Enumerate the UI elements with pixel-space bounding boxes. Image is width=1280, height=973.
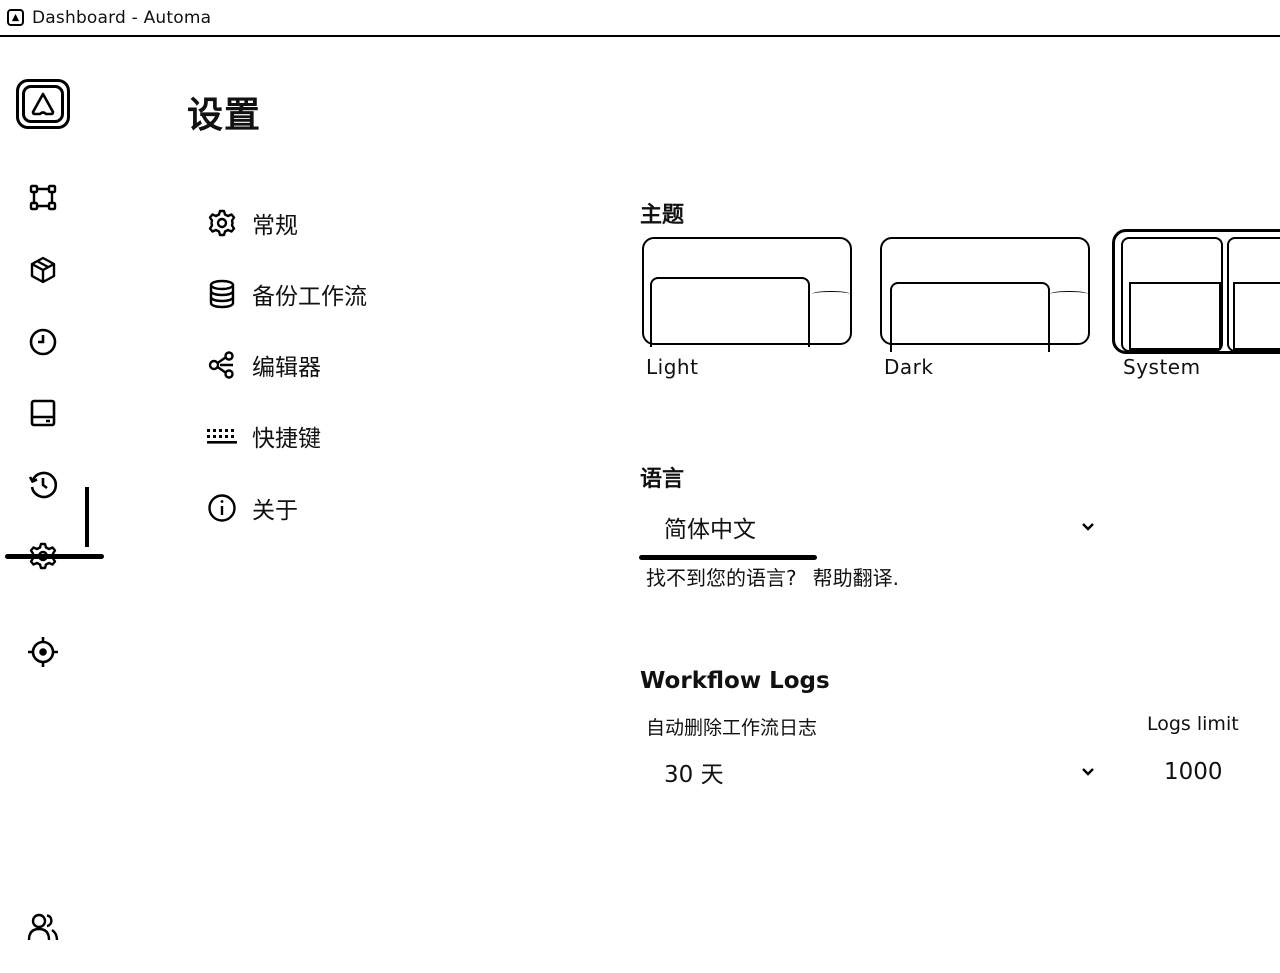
automa-app-icon (7, 9, 24, 26)
sidebar-item-team[interactable] (26, 910, 60, 944)
sidebar-item-storage[interactable] (26, 396, 60, 430)
language-select-underline (639, 555, 817, 560)
window-title: Dashboard - Automa (32, 7, 212, 28)
theme-option-dark[interactable] (880, 237, 1090, 352)
language-select[interactable]: 简体中文 (664, 508, 1096, 546)
settings-menu-editor[interactable]: 编辑器 (205, 345, 321, 385)
history-icon (28, 471, 58, 499)
sidebar-item-packages[interactable] (26, 253, 60, 287)
chevron-down-icon (1080, 764, 1096, 780)
settings-menu-label: 常规 (252, 213, 298, 239)
theme-option-system[interactable] (1112, 229, 1280, 354)
page-title: 设置 (187, 95, 262, 136)
theme-label-dark: Dark (884, 355, 934, 379)
settings-menu-label: 关于 (252, 498, 298, 524)
cube-icon (30, 256, 56, 284)
auto-delete-logs-select[interactable]: 30 天 (664, 752, 1096, 792)
keyboard-icon (207, 429, 237, 444)
database-icon (209, 279, 235, 309)
sidebar-item-schedule[interactable] (26, 325, 60, 359)
workflow-logs-section-label: Workflow Logs (640, 668, 830, 694)
sidebar-item-recording[interactable] (26, 635, 60, 669)
logs-limit-label: Logs limit (1147, 713, 1239, 735)
chevron-down-icon (1080, 519, 1096, 535)
gear-icon (208, 209, 236, 237)
settings-menu-label: 编辑器 (252, 355, 321, 381)
theme-label-system: System (1123, 355, 1201, 379)
clock-icon (29, 328, 57, 356)
sidebar-item-logs[interactable] (26, 468, 60, 502)
logs-limit-input[interactable] (1150, 752, 1270, 792)
settings-menu-about[interactable]: 关于 (205, 488, 298, 528)
language-select-value: 简体中文 (664, 517, 756, 543)
theme-option-light[interactable] (642, 237, 852, 347)
share-nodes-icon (208, 351, 234, 379)
theme-label-light: Light (646, 355, 699, 379)
crosshair-icon (28, 637, 58, 667)
settings-menu-label: 快捷键 (252, 426, 321, 452)
title-bar: Dashboard - Automa (0, 0, 1280, 37)
auto-delete-logs-value: 30 天 (664, 762, 724, 788)
users-icon (27, 913, 59, 941)
settings-menu-shortcuts[interactable]: 快捷键 (205, 416, 321, 456)
active-indicator-bar (85, 487, 89, 547)
settings-menu-backup[interactable]: 备份工作流 (205, 274, 367, 314)
language-not-found-text: 找不到您的语言? (646, 566, 797, 590)
language-help-line: 找不到您的语言? 帮助翻译. (646, 562, 899, 591)
flow-icon (29, 184, 57, 211)
sidebar-item-workflows[interactable] (26, 180, 60, 214)
auto-delete-logs-label: 自动删除工作流日志 (646, 717, 818, 739)
help-translate-link[interactable]: 帮助翻译. (813, 562, 899, 591)
settings-menu-general[interactable]: 常规 (205, 203, 298, 243)
language-section-label: 语言 (640, 467, 685, 492)
info-icon (208, 494, 236, 522)
theme-section-label: 主题 (640, 203, 685, 228)
active-indicator-underline (5, 554, 104, 559)
storage-icon (30, 399, 56, 427)
automa-logo-icon (22, 85, 64, 123)
settings-menu-label: 备份工作流 (252, 284, 367, 310)
automa-logo[interactable] (16, 79, 70, 129)
